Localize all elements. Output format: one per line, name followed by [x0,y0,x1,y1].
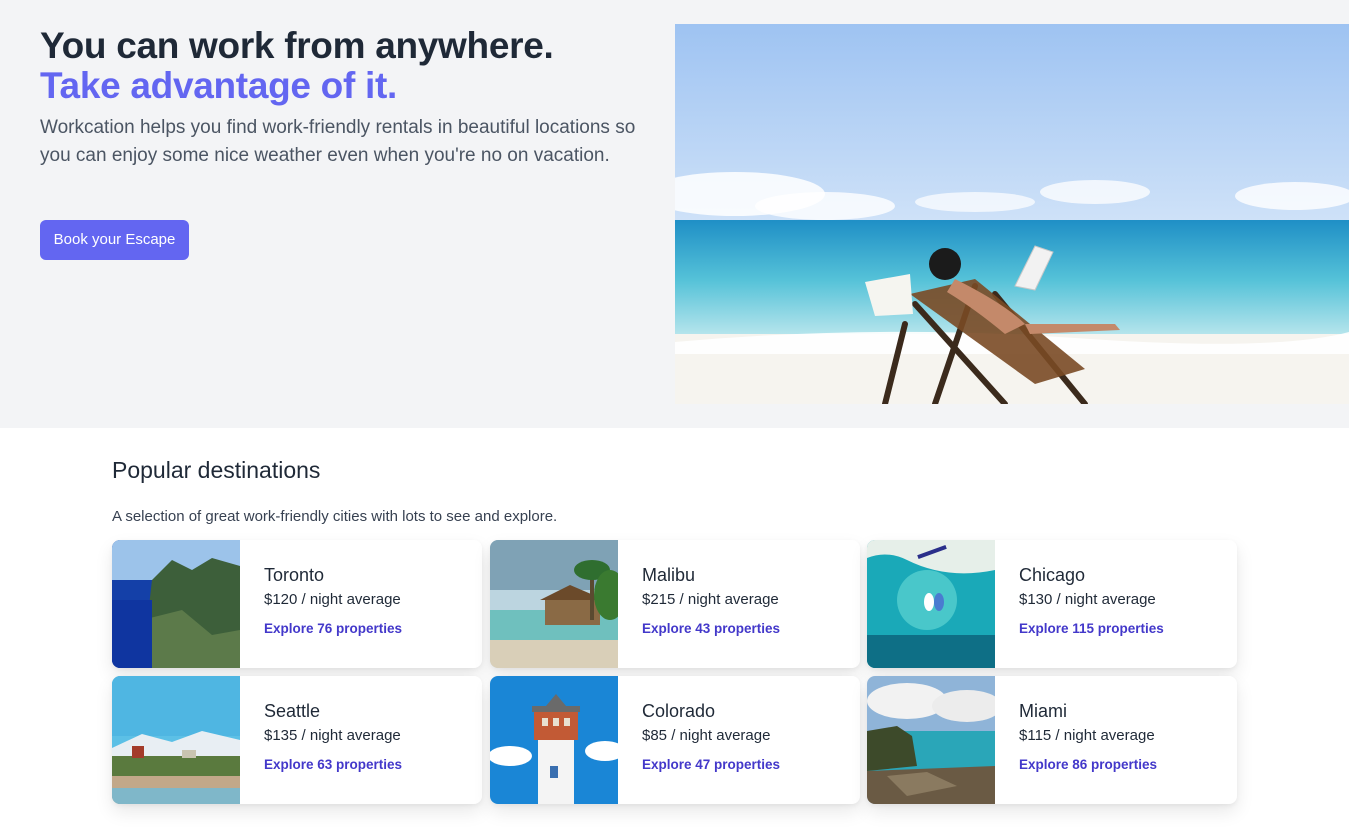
headline-accent: Take advantage of it. [40,65,397,106]
price-text: $120 / night average [264,591,401,608]
destination-card-chicago[interactable]: Chicago $130 / night average Explore 115… [867,540,1237,668]
chicago-image [867,540,995,668]
destination-card-malibu[interactable]: Malibu $215 / night average Explore 43 p… [490,540,860,668]
price-text: $115 / night average [1019,727,1155,744]
destination-card-toronto[interactable]: Toronto $120 / night average Explore 76 … [112,540,482,668]
section-subtitle: A selection of great work-friendly citie… [112,508,558,525]
card-info: Colorado $85 / night average Explore 47 … [642,700,852,774]
book-escape-button[interactable]: Book your Escape [40,220,189,260]
card-info: Toronto $120 / night average Explore 76 … [264,564,474,638]
explore-link[interactable]: Explore 76 properties [264,620,474,638]
card-info: Chicago $130 / night average Explore 115… [1019,564,1229,638]
card-info: Malibu $215 / night average Explore 43 p… [642,564,852,638]
city-name: Colorado [642,701,716,721]
price-text: $130 / night average [1019,591,1156,608]
miami-image [867,676,995,804]
seattle-image [112,676,240,804]
hero-section: You can work from anywhere. Take advanta… [0,0,1349,428]
explore-link[interactable]: Explore 115 properties [1019,620,1229,638]
price-text: $85 / night average [642,727,771,744]
colorado-image [490,676,618,804]
popular-destinations-section: Popular destinations A selection of grea… [112,448,1237,527]
hero-text: You can work from anywhere. Take advanta… [40,26,650,170]
hero-headline: You can work from anywhere. Take advanta… [40,26,650,106]
destination-card-seattle[interactable]: Seattle $135 / night average Explore 63 … [112,676,482,804]
headline-main: You can work from anywhere. [40,25,554,66]
hero-beach-image [675,24,1349,404]
city-name: Malibu [642,565,696,585]
destination-card-colorado[interactable]: Colorado $85 / night average Explore 47 … [490,676,860,804]
destination-card-miami[interactable]: Miami $115 / night average Explore 86 pr… [867,676,1237,804]
card-info: Miami $115 / night average Explore 86 pr… [1019,700,1229,774]
toronto-image [112,540,240,668]
explore-link[interactable]: Explore 63 properties [264,756,474,774]
price-text: $135 / night average [264,727,401,744]
explore-link[interactable]: Explore 43 properties [642,620,852,638]
section-title: Popular destinations [112,457,321,483]
city-name: Chicago [1019,565,1086,585]
explore-link[interactable]: Explore 47 properties [642,756,852,774]
hero-description: Workcation helps you find work-friendly … [40,117,636,166]
malibu-image [490,540,618,668]
explore-link[interactable]: Explore 86 properties [1019,756,1229,774]
city-name: Toronto [264,565,325,585]
city-name: Seattle [264,701,321,721]
destinations-grid: Toronto $120 / night average Explore 76 … [112,540,1238,804]
price-text: $215 / night average [642,591,779,608]
city-name: Miami [1019,701,1067,721]
card-info: Seattle $135 / night average Explore 63 … [264,700,474,774]
